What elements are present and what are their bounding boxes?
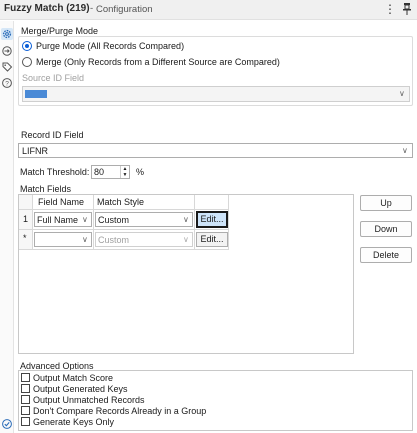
table-row-match-style[interactable]: Custom ∨: [94, 210, 195, 230]
table-row-field-name[interactable]: Full Name ∨: [33, 210, 94, 230]
purge-mode-label[interactable]: Purge Mode (All Records Compared): [36, 41, 184, 51]
chevron-down-icon: ∨: [183, 215, 189, 224]
chevron-down-icon: ∨: [82, 235, 88, 244]
chevron-down-icon: ∨: [402, 146, 408, 155]
output-unmatched-records-label[interactable]: Output Unmatched Records: [33, 395, 145, 405]
table-row-new-marker: *: [19, 230, 33, 250]
output-generated-keys-checkbox[interactable]: [21, 384, 30, 393]
record-id-field-select[interactable]: LIFNR ∨: [18, 143, 413, 158]
up-button[interactable]: Up: [360, 195, 412, 211]
column-header-edit: [195, 195, 229, 210]
down-button[interactable]: Down: [360, 221, 412, 237]
purge-mode-radio[interactable]: [22, 41, 32, 51]
chevron-down-icon: ∨: [183, 235, 189, 244]
edit-button[interactable]: Edit...: [196, 232, 228, 247]
title-separator: -: [90, 3, 94, 14]
help-icon[interactable]: ?: [1, 77, 13, 89]
match-fields-heading: Match Fields: [20, 184, 72, 194]
dont-compare-grouped-checkbox[interactable]: [21, 406, 30, 415]
column-header-match-style: Match Style: [94, 195, 195, 210]
delete-button[interactable]: Delete: [360, 247, 412, 263]
field-name-dropdown[interactable]: Full Name ∨: [34, 212, 92, 227]
edit-button[interactable]: Edit...: [196, 211, 228, 228]
check-circle-icon: [1, 418, 13, 430]
match-threshold-label: Match Threshold:: [20, 167, 90, 177]
column-header-field-name: Field Name: [33, 195, 94, 210]
table-row-edit-cell: Edit...: [195, 230, 229, 250]
svg-text:?: ?: [5, 80, 9, 87]
field-name-dropdown[interactable]: ∨: [34, 232, 92, 247]
tool-title: Fuzzy Match (219): [4, 3, 90, 14]
match-fields-grid: Field Name Match Style 1 Full Name ∨ Cus…: [18, 194, 354, 354]
merge-purge-heading: Merge/Purge Mode: [21, 26, 99, 36]
match-threshold-stepper[interactable]: 80 ▲ ▼: [91, 165, 130, 179]
table-row-field-name[interactable]: ∨: [33, 230, 94, 250]
source-id-selection: [25, 90, 47, 98]
record-id-value: LIFNR: [22, 146, 49, 156]
spin-down-icon[interactable]: ▼: [120, 172, 129, 178]
dont-compare-grouped-label[interactable]: Don't Compare Records Already in a Group: [33, 406, 206, 416]
merge-mode-label[interactable]: Merge (Only Records from a Different Sou…: [36, 57, 280, 67]
match-threshold-value[interactable]: 80: [94, 167, 104, 177]
merge-mode-radio[interactable]: [22, 57, 32, 67]
grid-corner: [19, 195, 33, 210]
output-match-score-label[interactable]: Output Match Score: [33, 373, 113, 383]
table-row-edit-cell: Edit...: [195, 210, 229, 230]
pin-icon[interactable]: [401, 2, 413, 16]
output-generated-keys-label[interactable]: Output Generated Keys: [33, 384, 128, 394]
match-style-dropdown[interactable]: Custom ∨: [95, 212, 193, 227]
match-style-dropdown[interactable]: Custom ∨: [95, 232, 193, 247]
output-match-score-checkbox[interactable]: [21, 373, 30, 382]
source-id-field-label: Source ID Field: [22, 73, 85, 83]
table-row-match-style[interactable]: Custom ∨: [94, 230, 195, 250]
output-unmatched-records-checkbox[interactable]: [21, 395, 30, 404]
panel-label: Configuration: [96, 4, 153, 15]
generate-keys-only-checkbox[interactable]: [21, 417, 30, 426]
record-id-label: Record ID Field: [21, 130, 84, 140]
percent-unit: %: [136, 167, 145, 177]
source-id-field-select[interactable]: ∨: [22, 86, 410, 102]
more-options-icon[interactable]: ⋮: [384, 2, 396, 16]
chevron-down-icon: ∨: [399, 89, 405, 98]
connection-icon[interactable]: [1, 45, 13, 57]
tag-icon[interactable]: [1, 61, 13, 73]
gear-icon[interactable]: [1, 28, 13, 40]
chevron-down-icon: ∨: [82, 215, 88, 224]
generate-keys-only-label[interactable]: Generate Keys Only: [33, 417, 114, 427]
table-row-index: 1: [19, 210, 33, 230]
